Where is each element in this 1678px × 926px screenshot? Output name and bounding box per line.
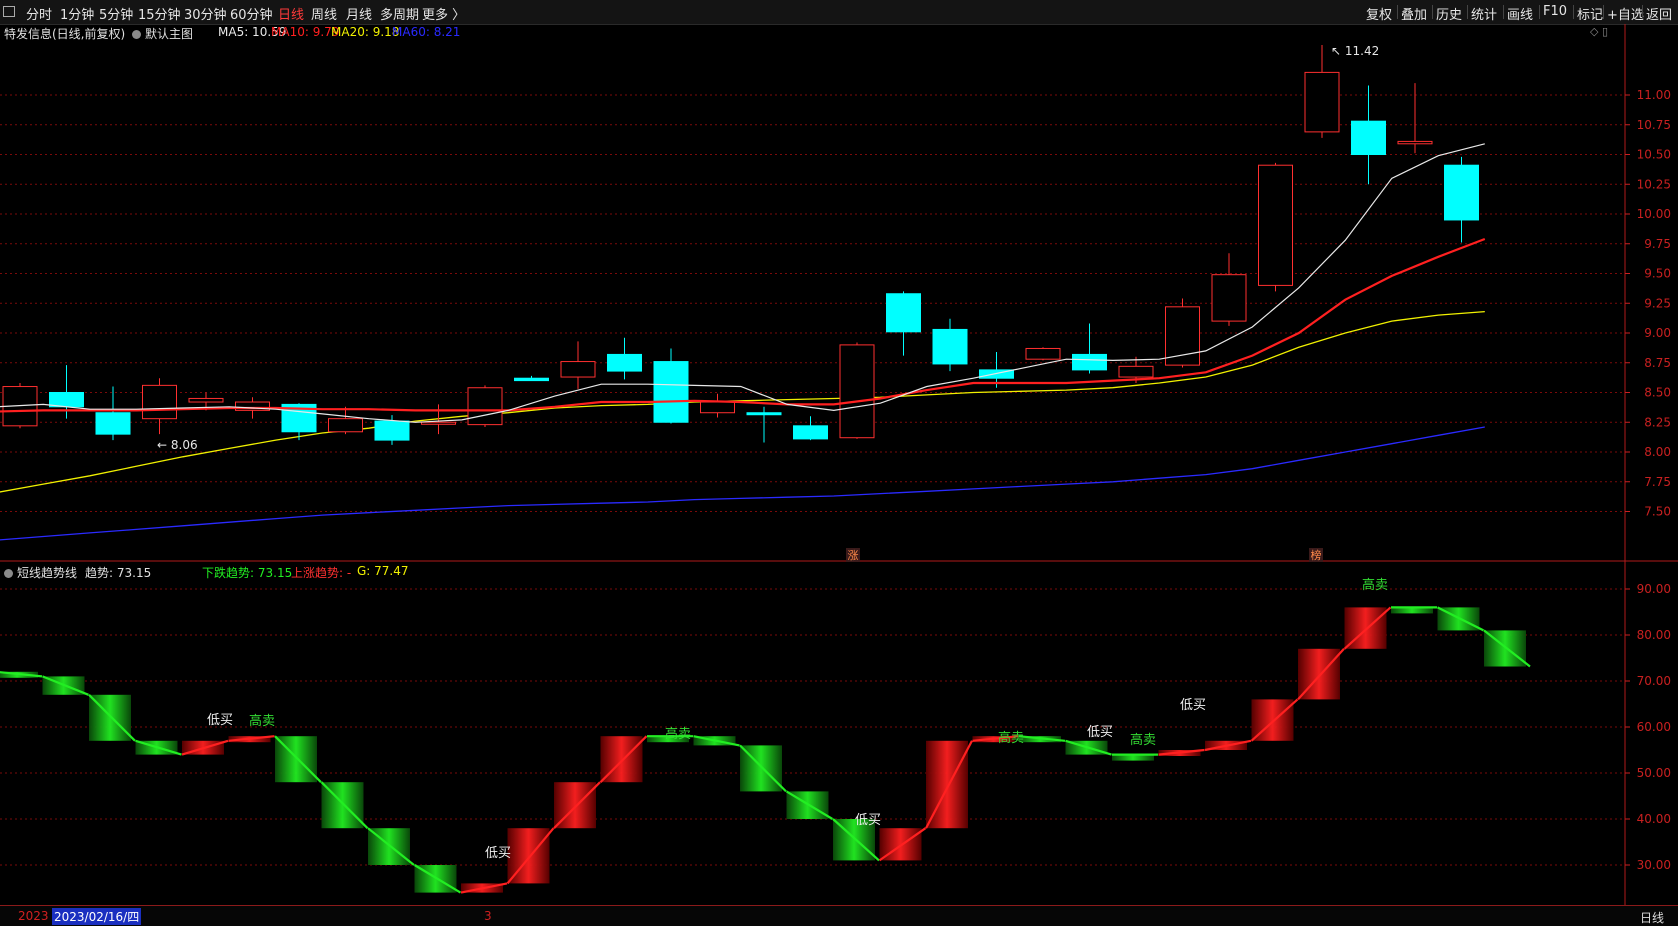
status-bar: 2023 2023/02/16/四 3 日线: [0, 905, 1678, 926]
indicator-tick-label: 90.00: [1637, 582, 1671, 596]
indicator-tick-label: 30.00: [1637, 858, 1671, 872]
candle-body: [1072, 353, 1107, 371]
candle-body: [1351, 120, 1386, 155]
period-label: 日线: [1640, 911, 1665, 925]
candle-body: [1211, 274, 1247, 322]
ma60-legend: MA60: 8.21: [392, 25, 461, 39]
high-price-label: ↖ 11.42: [1331, 44, 1379, 58]
buy-signal-label: 低买: [207, 713, 233, 728]
indicator-down-trend: 下跌趋势: 73.15: [202, 566, 293, 580]
price-tick-label: 10.25: [1637, 177, 1671, 191]
candle-body: [932, 328, 968, 365]
candle-body: [1304, 71, 1340, 133]
price-tick-label: 8.50: [1644, 386, 1671, 400]
price-tick-label: 7.50: [1644, 505, 1671, 519]
indicator-name: 短线趋势线: [17, 566, 78, 580]
indicator-tick-label: 50.00: [1637, 766, 1671, 780]
stock-title: 特发信息(日线,前复权): [4, 27, 126, 41]
ma60-line: [0, 426, 1485, 541]
indicator-trend: 趋势: 73.15: [85, 566, 152, 580]
ma20-legend: MA20: 9.18: [331, 25, 400, 39]
indicator-tick-label: 70.00: [1637, 674, 1671, 688]
candle-body: [607, 353, 642, 372]
event-tag: 榜: [1311, 548, 1322, 562]
gear-icon: [4, 569, 13, 578]
price-tick-label: 9.00: [1644, 326, 1671, 340]
candle-body: [1025, 347, 1061, 360]
price-tick-label: 8.25: [1644, 415, 1671, 429]
buy-signal-label: 低买: [855, 813, 881, 828]
ma10-legend: MA10: 9.79: [271, 25, 340, 39]
event-tag: 涨: [848, 549, 859, 562]
gear-icon: [132, 30, 141, 39]
candle-body: [793, 425, 828, 440]
main-mode-label: 默认主图: [145, 27, 194, 41]
price-tick-label: 9.75: [1644, 237, 1671, 251]
indicator-tick-label: 60.00: [1637, 720, 1671, 734]
candle-body: [1118, 365, 1154, 378]
sell-signal-label: 高卖: [665, 726, 691, 742]
price-tick-label: 8.00: [1644, 445, 1671, 459]
price-tick-label: 10.50: [1637, 148, 1671, 162]
indicator-tick-label: 40.00: [1637, 812, 1671, 826]
cursor-date: 2023/02/16/四: [52, 908, 142, 925]
candle-body: [1444, 164, 1479, 221]
indicator-tick-label: 80.00: [1637, 628, 1671, 642]
status-mark: 3: [484, 909, 492, 923]
indicator-g: G: 77.47: [357, 564, 409, 578]
panel-controls-icon[interactable]: ◇ ▯: [1590, 25, 1608, 38]
indicator-up-trend: 上涨趋势: -: [291, 566, 352, 580]
candle-body: [188, 397, 224, 403]
candle-body: [700, 401, 735, 414]
candle-body: [1258, 164, 1293, 286]
price-tick-label: 8.75: [1644, 356, 1671, 370]
price-tick-label: 11.00: [1637, 88, 1671, 102]
candle-body: [95, 412, 131, 435]
sell-signal-label: 高卖: [1130, 732, 1156, 748]
main-mode-toggle[interactable]: 默认主图: [132, 25, 193, 42]
price-tick-label: 9.25: [1644, 296, 1671, 310]
candle-body: [49, 392, 84, 408]
buy-signal-label: 低买: [485, 846, 511, 861]
candle-body: [886, 293, 921, 333]
candle-body: [467, 387, 503, 426]
low-price-label: ← 8.06: [157, 438, 198, 452]
price-tick-label: 9.50: [1644, 267, 1671, 281]
price-tick-label: 10.75: [1637, 118, 1671, 132]
candle-body: [560, 361, 596, 378]
price-tick-label: 7.75: [1644, 475, 1671, 489]
indicator-toggle[interactable]: 短线趋势线: [4, 564, 77, 581]
buy-signal-label: 低买: [1180, 698, 1206, 713]
chart-canvas[interactable]: 11.00 10.75 10.50 10.25 10.00 9.75 9.50 9.25 9.0…: [0, 0, 1678, 925]
status-year: 2023: [18, 909, 49, 923]
candle-body: [374, 420, 410, 441]
candle-body: [746, 412, 782, 416]
candle-body: [142, 384, 177, 420]
candle-body: [1165, 306, 1200, 366]
candle-body: [421, 421, 456, 425]
candle-body: [328, 418, 363, 433]
candle-body: [653, 361, 689, 423]
candle-body: [514, 377, 549, 382]
sell-signal-label: 高卖: [998, 730, 1024, 746]
sell-signal-label: 高卖: [249, 713, 275, 729]
candle-body: [839, 344, 875, 439]
buy-signal-label: 低买: [1087, 725, 1113, 740]
sell-signal-label: 高卖: [1362, 577, 1388, 593]
price-tick-label: 10.00: [1637, 207, 1671, 221]
candle-body: [1397, 140, 1433, 145]
